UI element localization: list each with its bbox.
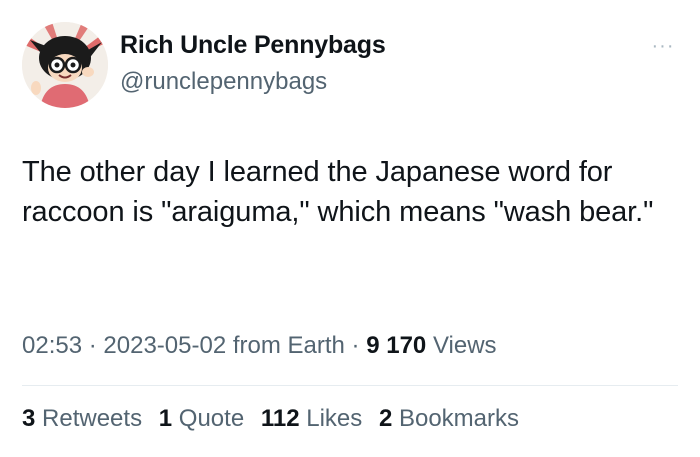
- more-options-icon[interactable]: ···: [645, 34, 681, 58]
- meta-separator: ·: [88, 332, 97, 359]
- bookmarks-label: Bookmarks: [398, 405, 520, 432]
- tweet-source: from Earth: [232, 332, 345, 359]
- views-label[interactable]: Views: [433, 332, 497, 359]
- quotes-stat[interactable]: 1 Quote: [159, 405, 251, 432]
- tweet-metadata: 02:53 · 2023-05-02 from Earth · 9 170 Vi…: [22, 332, 497, 360]
- quotes-count: 1: [158, 405, 173, 432]
- likes-count: 112: [260, 405, 300, 432]
- retweets-label: Retweets: [42, 405, 143, 432]
- views-count[interactable]: 9 170: [366, 332, 426, 359]
- meta-separator: ·: [351, 332, 360, 359]
- avatar-illustration: [22, 22, 108, 108]
- tweet-time[interactable]: 02:53: [22, 332, 82, 359]
- divider: [22, 385, 678, 386]
- engagement-stats: 3 Retweets 1 Quote 112 Likes 2 Bookmarks: [22, 405, 529, 433]
- display-name[interactable]: Rich Uncle Pennybags: [120, 31, 386, 60]
- tweet-text: The other day I learned the Japanese wor…: [22, 156, 654, 228]
- retweets-count: 3: [22, 405, 36, 432]
- bookmarks-count: 2: [378, 405, 393, 432]
- bookmarks-stat[interactable]: 2 Bookmarks: [379, 405, 519, 432]
- quotes-label: Quote: [178, 405, 245, 432]
- likes-label: Likes: [306, 405, 363, 432]
- tweet-card: Rich Uncle Pennybags @runclepennybags ··…: [0, 0, 700, 457]
- avatar[interactable]: [22, 22, 108, 108]
- likes-stat[interactable]: 112 Likes: [261, 405, 369, 432]
- user-handle[interactable]: @runclepennybags: [120, 68, 327, 96]
- retweets-stat[interactable]: 3 Retweets: [22, 405, 149, 432]
- tweet-date[interactable]: 2023-05-02: [103, 332, 226, 359]
- more-options-glyph: ···: [651, 34, 675, 57]
